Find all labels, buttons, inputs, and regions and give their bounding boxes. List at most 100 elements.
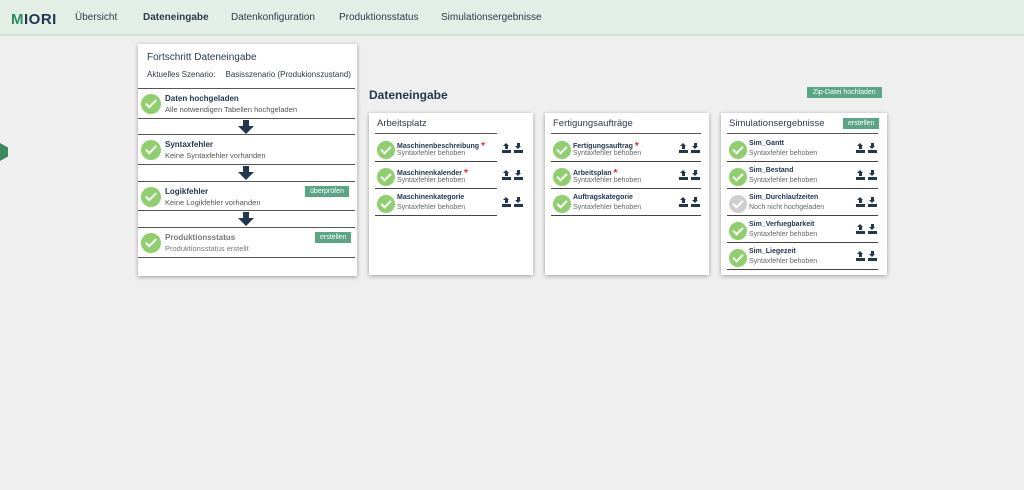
divider bbox=[375, 188, 497, 189]
upload-download-group bbox=[856, 224, 878, 234]
download-icon[interactable] bbox=[868, 224, 877, 234]
download-icon[interactable] bbox=[691, 170, 700, 180]
ueberpruefen-button[interactable]: überprüfen bbox=[305, 186, 349, 197]
step-produktionsstatus: Produktionsstatus Produktionsstatus erst… bbox=[138, 229, 355, 257]
file-status: Syntaxfehler behoben bbox=[749, 258, 818, 265]
upload-icon[interactable] bbox=[502, 170, 511, 180]
arrow-down-icon bbox=[238, 120, 254, 134]
panel-title: Arbeitsplatz bbox=[377, 118, 427, 129]
side-panel-toggle-icon[interactable] bbox=[0, 143, 8, 161]
upload-icon[interactable] bbox=[502, 143, 511, 153]
download-icon[interactable] bbox=[868, 251, 877, 261]
upload-download-group bbox=[679, 170, 701, 180]
divider bbox=[375, 161, 497, 162]
upload-icon[interactable] bbox=[856, 197, 865, 207]
divider bbox=[727, 161, 878, 162]
file-name: Arbeitsplan bbox=[573, 170, 612, 177]
check-circle-icon bbox=[141, 187, 161, 207]
step-subtitle: Keine Logikfehler vorhanden bbox=[165, 198, 261, 207]
miori-logo[interactable]: MIORI bbox=[11, 11, 57, 28]
file-status: Syntaxfehler behoben bbox=[573, 204, 642, 211]
upload-icon[interactable] bbox=[856, 224, 865, 234]
divider bbox=[551, 133, 701, 134]
divider bbox=[727, 269, 878, 270]
divider bbox=[727, 133, 878, 134]
check-circle-icon bbox=[553, 141, 571, 159]
file-name: Sim_Liegezeit bbox=[749, 248, 796, 255]
nav-datenkonfiguration[interactable]: Datenkonfiguration bbox=[231, 12, 315, 23]
logo-mark: M bbox=[11, 11, 24, 28]
upload-download-group bbox=[502, 143, 524, 153]
zip-upload-button[interactable]: Zip-Datei hochladen bbox=[807, 87, 882, 98]
progress-title: Fortschritt Dateneingabe bbox=[147, 52, 257, 63]
download-icon[interactable] bbox=[691, 143, 700, 153]
file-name: Sim_Gantt bbox=[749, 140, 785, 147]
upload-download-group bbox=[856, 197, 878, 207]
download-icon[interactable] bbox=[868, 170, 877, 180]
file-name: Maschinenbeschreibung bbox=[397, 143, 480, 150]
nav-uebersicht[interactable]: Übersicht bbox=[75, 12, 117, 23]
step-title: Produktionsstatus bbox=[165, 233, 236, 242]
file-status: Syntaxfehler behoben bbox=[397, 150, 466, 157]
upload-download-group bbox=[502, 197, 524, 207]
nav-simulationsergebnisse[interactable]: Simulationsergebnisse bbox=[441, 12, 542, 23]
download-icon[interactable] bbox=[514, 197, 523, 207]
file-status: Syntaxfehler behoben bbox=[397, 204, 466, 211]
upload-download-group bbox=[502, 170, 524, 180]
upload-icon[interactable] bbox=[856, 143, 865, 153]
step-title: Syntaxfehler bbox=[165, 140, 214, 149]
panel-simulationsergebnisse: Simulationsergebnisse erstellen Sim_Gant… bbox=[721, 113, 887, 275]
arrow-down-icon bbox=[238, 166, 254, 180]
step-title: Daten hochgeladen bbox=[165, 94, 239, 103]
simulation-erstellen-button[interactable]: erstellen bbox=[843, 118, 880, 129]
step-subtitle: Produktionsstatus erstellt bbox=[165, 244, 249, 253]
file-title: Sim_Gantt bbox=[749, 140, 784, 147]
divider bbox=[138, 134, 355, 135]
download-icon[interactable] bbox=[868, 143, 877, 153]
file-status: Noch nicht hochgeladen bbox=[749, 204, 825, 211]
upload-download-group bbox=[856, 143, 878, 153]
check-circle-icon bbox=[729, 168, 747, 186]
divider bbox=[138, 210, 355, 211]
check-circle-icon bbox=[141, 94, 161, 114]
file-title: Sim_Bestand bbox=[749, 167, 793, 174]
file-title: Maschinenkategorie bbox=[397, 194, 464, 201]
divider bbox=[138, 227, 355, 228]
upload-icon[interactable] bbox=[856, 170, 865, 180]
file-status: Syntaxfehler behoben bbox=[397, 177, 466, 184]
upload-icon[interactable] bbox=[679, 197, 688, 207]
file-name: Sim_Bestand bbox=[749, 167, 794, 174]
divider bbox=[727, 242, 878, 243]
download-icon[interactable] bbox=[691, 197, 700, 207]
check-circle-icon bbox=[377, 195, 395, 213]
required-marker: * bbox=[481, 141, 485, 152]
upload-icon[interactable] bbox=[679, 170, 688, 180]
upload-icon[interactable] bbox=[679, 143, 688, 153]
upload-icon[interactable] bbox=[856, 251, 865, 261]
divider bbox=[727, 215, 878, 216]
file-title: Auftragskategorie bbox=[573, 194, 633, 201]
download-icon[interactable] bbox=[514, 170, 523, 180]
check-circle-icon bbox=[729, 249, 747, 267]
file-name: Sim_Verfuegbarkeit bbox=[749, 221, 815, 228]
upload-download-group bbox=[856, 251, 878, 261]
check-circle-icon bbox=[377, 168, 395, 186]
panel-arbeitsplatz: Arbeitsplatz Maschinenbeschreibung * Synt… bbox=[369, 113, 533, 275]
nav-dateneingabe[interactable]: Dateneingabe bbox=[143, 12, 209, 23]
upload-icon[interactable] bbox=[502, 197, 511, 207]
download-icon[interactable] bbox=[514, 143, 523, 153]
divider bbox=[138, 164, 355, 165]
file-title: Sim_Durchlaufzeiten bbox=[749, 194, 818, 201]
file-name: Maschinenkategorie bbox=[397, 194, 465, 201]
upload-download-group bbox=[679, 197, 701, 207]
divider bbox=[138, 118, 355, 119]
logo-text: IORI bbox=[24, 11, 57, 28]
panel-title: Fertigungsaufträge bbox=[553, 118, 633, 129]
divider bbox=[138, 88, 355, 89]
panel-title: Simulationsergebnisse bbox=[729, 118, 825, 129]
scenario-label: Aktuelles Szenario: bbox=[147, 70, 216, 79]
produktionsstatus-erstellen-button[interactable]: erstellen bbox=[315, 232, 352, 243]
file-title: Sim_Liegezeit bbox=[749, 248, 796, 255]
download-icon[interactable] bbox=[868, 197, 877, 207]
nav-produktionsstatus[interactable]: Produktionsstatus bbox=[339, 12, 419, 23]
